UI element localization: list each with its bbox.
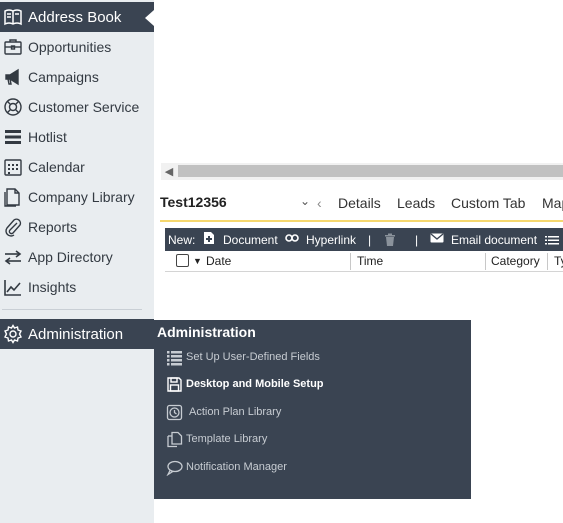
administration-flyout-menu: Administration Set Up User-Defined Field… [146,320,471,499]
address-book-icon [2,6,24,28]
record-title: Test12356 [160,194,227,210]
menu-item-notification-manager[interactable]: Notification Manager [164,457,287,477]
flyout-title: Administration [157,324,256,340]
sidebar-item-calendar[interactable]: Calendar [0,152,154,182]
column-divider [350,253,351,270]
separator: | [368,232,372,247]
document-label: Document [223,232,278,247]
new-label: New: [168,232,196,247]
clock-icon [164,403,184,421]
select-all-checkbox[interactable] [176,254,189,267]
delete-icon[interactable] [383,228,397,251]
more-options-icon[interactable] [545,228,559,251]
scroll-left-arrow-icon[interactable]: ◀ [161,163,177,180]
list-icon [2,126,24,148]
sidebar-item-label: Insights [28,279,77,295]
sidebar-item-company-library[interactable]: Company Library [0,182,154,212]
sidebar-item-label: Administration [28,325,124,343]
menu-item-label: Set Up User-Defined Fields [186,351,320,363]
column-header-time[interactable]: Time [357,254,383,268]
new-document-button[interactable]: Document [202,228,278,251]
floppy-disk-icon [164,375,184,393]
menu-item-template-library[interactable]: Template Library [164,429,267,449]
sort-caret-icon[interactable]: ▼ [193,256,202,266]
tabs-underline [160,220,563,222]
sidebar-item-label: Hotlist [28,129,67,145]
sidebar-item-label: Address Book [28,8,122,26]
menu-item-set-up-user-defined-fields[interactable]: Set Up User-Defined Fields [164,347,320,367]
sidebar-divider [2,309,142,310]
sidebar-item-insights[interactable]: Insights [0,272,154,302]
horizontal-scrollbar[interactable]: ◀ [161,163,563,180]
column-header-category[interactable]: Category [491,254,540,268]
calendar-icon [2,156,24,178]
flyout-pointer [146,326,154,342]
sidebar-item-label: App Directory [28,249,113,265]
menu-item-desktop-and-mobile-setup[interactable]: Desktop and Mobile Setup [164,374,324,394]
active-indicator [145,10,154,26]
column-divider [547,253,548,270]
tab-custom-tab[interactable]: Custom Tab [451,195,525,211]
briefcase-icon [2,36,24,58]
trend-chart-icon [2,276,24,298]
column-header-date[interactable]: Date [206,254,231,268]
document-icon [2,186,24,208]
menu-item-label: Template Library [186,433,268,445]
sidebar-item-reports[interactable]: Reports [0,212,154,242]
megaphone-icon [2,66,24,88]
lifebuoy-icon [2,96,24,118]
sidebar: Address Book Opportunities Campaigns Cus… [0,0,154,523]
new-hyperlink-button[interactable]: Hyperlink [285,228,356,251]
sidebar-item-label: Calendar [28,159,85,175]
sidebar-item-address-book[interactable]: Address Book [0,2,154,32]
email-document-button[interactable]: Email document [430,228,537,251]
separator: | [415,232,419,247]
menu-item-label: Desktop and Mobile Setup [186,378,324,390]
sidebar-item-label: Customer Service [28,99,140,115]
sidebar-item-administration[interactable]: Administration [0,319,154,349]
tab-leads[interactable]: Leads [397,195,435,211]
menu-item-action-plan-library[interactable]: Action Plan Library [164,402,281,422]
hyperlink-label: Hyperlink [306,232,357,247]
sidebar-item-label: Opportunities [28,39,112,55]
sidebar-item-customer-service[interactable]: Customer Service [0,92,154,122]
sidebar-item-hotlist[interactable]: Hotlist [0,122,154,152]
sidebar-item-label: Company Library [28,189,135,205]
scrollbar-thumb[interactable] [178,165,563,177]
sidebar-item-app-directory[interactable]: App Directory [0,242,154,272]
email-label: Email document [451,232,538,247]
menu-item-label: Notification Manager [186,461,287,473]
swap-arrows-icon [2,246,24,268]
menu-item-label: Action Plan Library [189,406,282,418]
action-bar: New: Document Hyperlink | | Email docume… [165,228,563,251]
paperclip-icon [2,216,24,238]
sidebar-item-opportunities[interactable]: Opportunities [0,32,154,62]
tabs-prev-arrow-icon[interactable]: ‹ [317,195,322,211]
list-icon [164,348,184,366]
sidebar-item-label: Campaigns [28,69,99,85]
speech-bubble-icon [164,458,184,476]
envelope-icon [430,231,444,248]
grid-header: ▼ Date Time Category Ty [165,252,563,272]
tab-details[interactable]: Details [338,195,381,211]
column-header-type[interactable]: Ty [554,254,563,268]
sidebar-item-label: Reports [28,219,78,235]
add-document-icon [202,231,216,248]
chevron-down-icon[interactable]: ⌄ [300,194,310,208]
link-icon [285,231,299,248]
sidebar-item-campaigns[interactable]: Campaigns [0,62,154,92]
gear-icon [2,323,24,345]
copy-icon [164,430,184,448]
column-divider [485,253,486,270]
tab-map[interactable]: Map [542,195,563,211]
